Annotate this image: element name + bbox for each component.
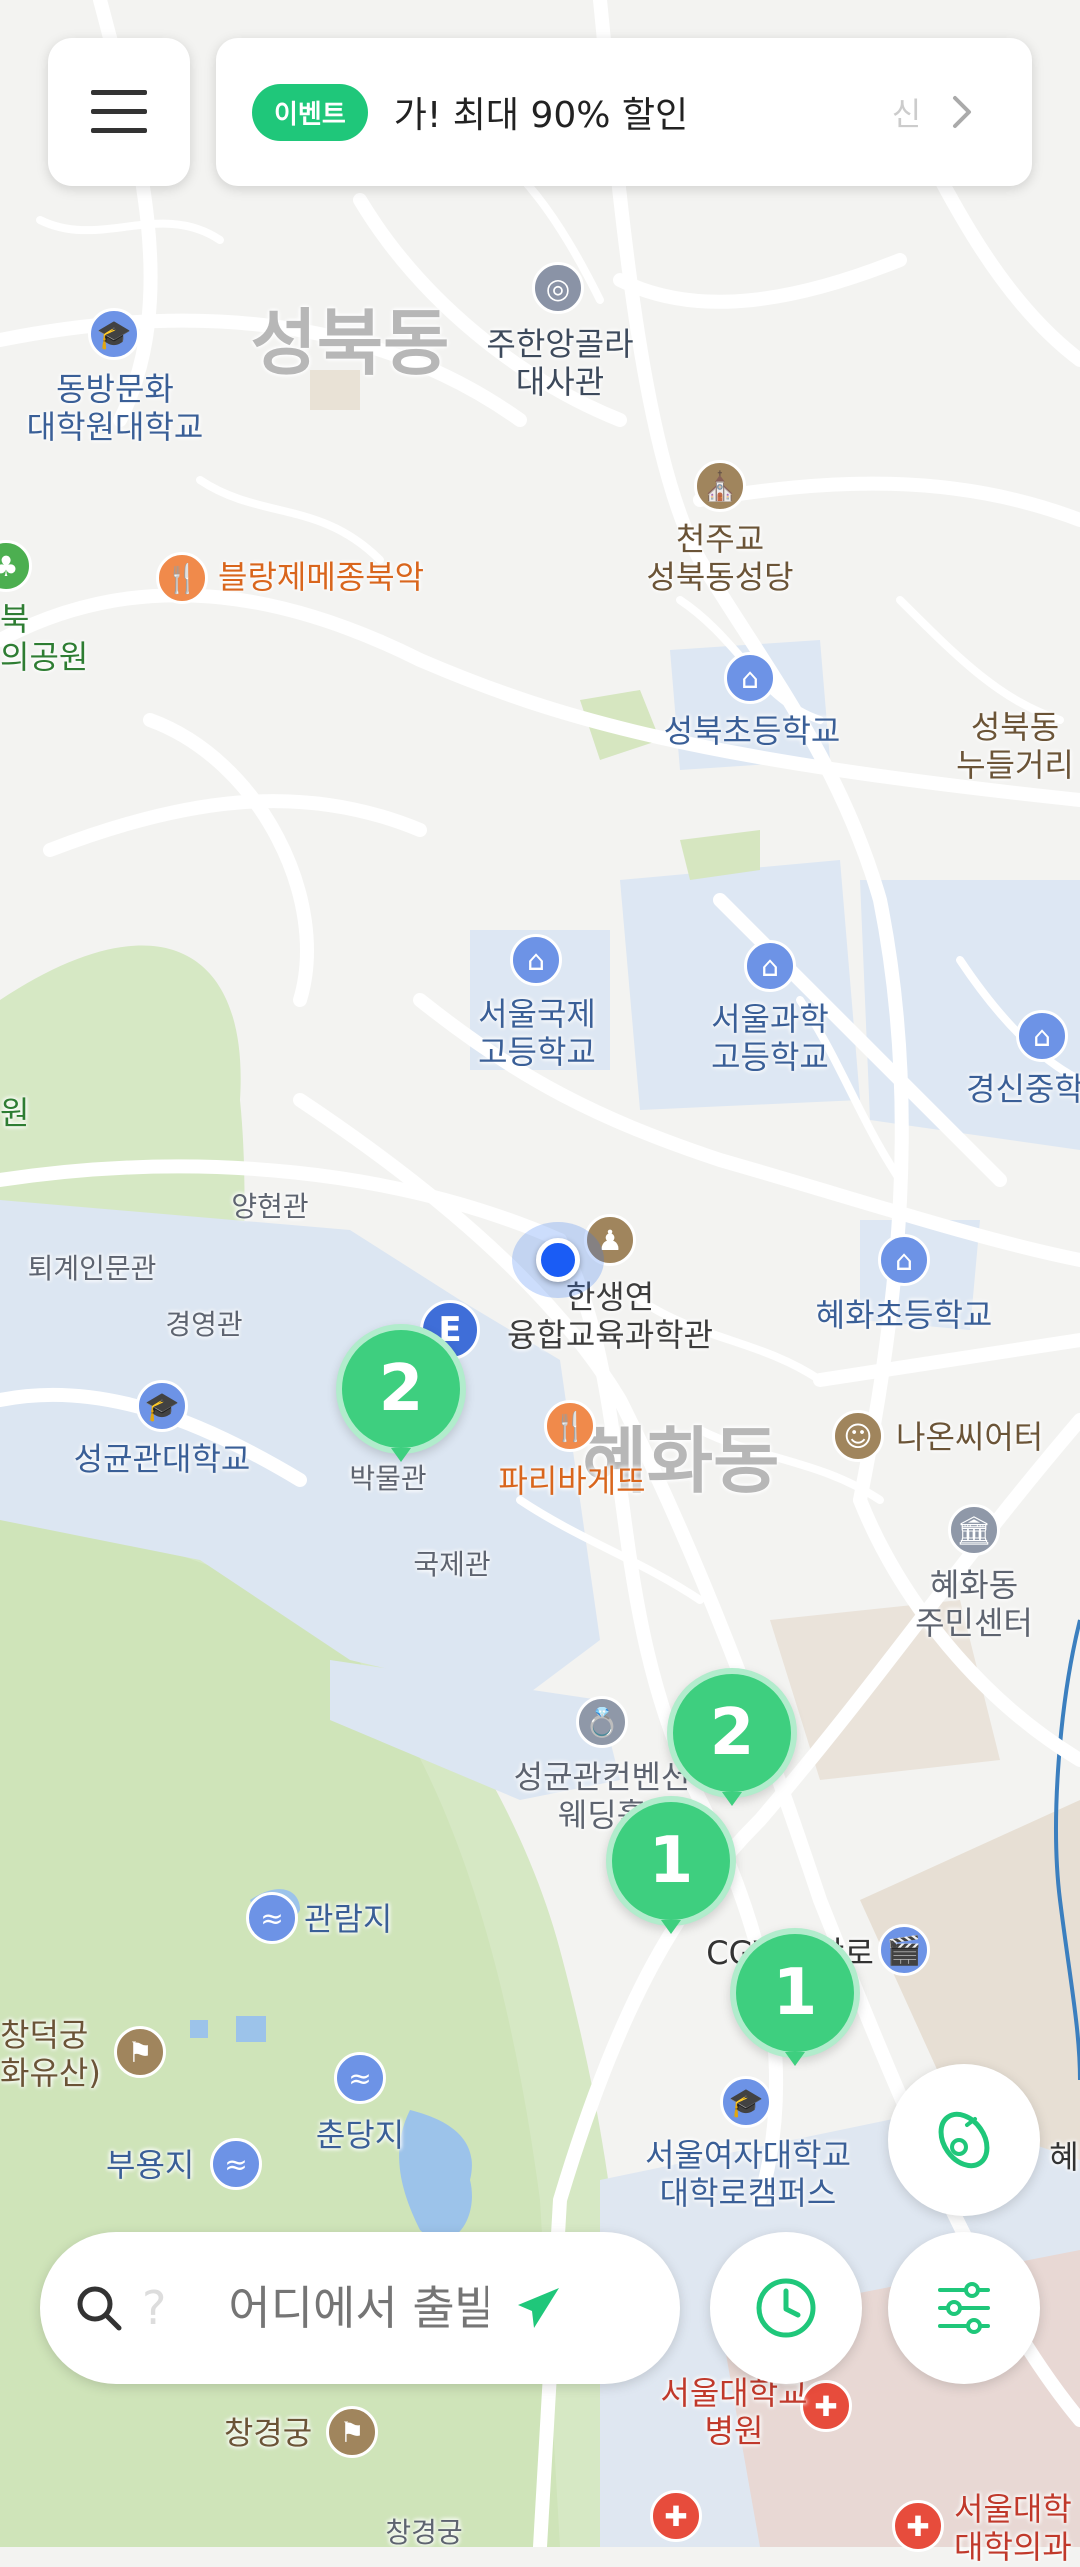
event-badge: 이벤트 (252, 83, 368, 141)
hospital-icon: ✚ (800, 2380, 852, 2432)
poi-embassy[interactable]: 주한앙골라 대사관 (486, 325, 633, 402)
poi-won: 원 (0, 1094, 30, 1132)
navigation-arrow-icon[interactable] (514, 2283, 564, 2333)
poi-changgyeonggung[interactable]: 창경궁 (224, 2414, 312, 2452)
poi-swu[interactable]: 서울여자대학교 대학로캠퍼스 (645, 2136, 851, 2213)
flag-icon: ⚑ (326, 2406, 378, 2458)
search-icon (77, 2286, 122, 2331)
scooter-cluster[interactable]: 1 (606, 1796, 736, 1934)
school-icon: ⌂ (510, 934, 562, 986)
scooter-cluster[interactable]: 2 (336, 1324, 466, 1462)
event-trailing-text: 신 (891, 95, 922, 133)
poi-toegye[interactable]: 퇴계인문관 (28, 1252, 157, 1286)
poi-seongbuk-elementary[interactable]: 성북초등학교 (664, 712, 841, 750)
school-icon: 🎓 (720, 2076, 772, 2128)
school-icon: 🎓 (136, 1380, 188, 1432)
school-icon: 🎓 (88, 308, 140, 360)
restaurant-icon: 🍴 (156, 552, 208, 604)
history-button[interactable] (710, 2232, 862, 2384)
poi-blanger[interactable]: 블랑제메종북악 (218, 558, 424, 596)
church-icon: ⛪ (694, 460, 746, 512)
menu-button[interactable] (48, 38, 190, 186)
poi-paris-baguette[interactable]: 파리바게뜨 (498, 1462, 645, 1500)
school-icon: ⌂ (1016, 1010, 1068, 1062)
scooter-cluster[interactable]: 2 (667, 1668, 797, 1806)
poi-museum[interactable]: 박물관 (349, 1462, 426, 1496)
filter-button[interactable] (888, 2232, 1040, 2384)
poi-gyeongsin[interactable]: 경신중학 (966, 1070, 1080, 1108)
lake-icon: ≈ (334, 2052, 386, 2104)
poi-chundangji[interactable]: 춘당지 (316, 2116, 404, 2154)
search-bar[interactable]: ? (40, 2232, 680, 2384)
event-text: 가! 최대 90% 할인 (393, 95, 689, 136)
scooter-cluster[interactable]: 1 (730, 1928, 860, 2066)
hamburger-menu-icon (91, 90, 147, 133)
poi-seoul-science-high[interactable]: 서울과학 고등학교 (711, 1000, 829, 1077)
government-icon: 🏛 (948, 1504, 1000, 1556)
hospital-icon: ✚ (650, 2490, 702, 2542)
poi-hye-partial: 혜 (1049, 2138, 1079, 2176)
scooter-icon (938, 2111, 990, 2169)
poi-gukje[interactable]: 국제관 (413, 1548, 490, 1582)
flag-icon: ⚑ (114, 2026, 166, 2078)
cinema-icon: 🎬 (878, 1924, 930, 1976)
school-icon: ⌂ (744, 940, 796, 992)
hospital-icon: ✚ (892, 2500, 944, 2552)
lake-icon: ≈ (210, 2138, 262, 2190)
sliders-icon (938, 2282, 990, 2334)
wedding-ring-icon: 💍 (576, 1696, 628, 1748)
lake-icon: ≈ (246, 1892, 298, 1944)
clock-icon (756, 2278, 816, 2338)
poi-naon-theater[interactable]: 나온씨어터 (896, 1418, 1043, 1456)
poi-gyeongyeong[interactable]: 경영관 (165, 1308, 242, 1342)
school-icon: ⌂ (878, 1234, 930, 1286)
school-icon: ⌂ (724, 652, 776, 704)
poi-catholic-church[interactable]: 천주교 성북동성당 (646, 520, 793, 597)
poi-changgyeonggung-bottom: 창경궁 (385, 2516, 463, 2549)
theater-icon: ☺ (832, 1410, 884, 1462)
restaurant-icon: 🍴 (544, 1400, 596, 1452)
poi-park[interactable]: 북 의공원 (0, 600, 88, 677)
poi-hyehwa-elementary[interactable]: 혜화초등학교 (816, 1296, 993, 1334)
poi-gwanramji[interactable]: 관람지 (304, 1900, 392, 1938)
poi-snu-medical[interactable]: 서울대학 대학의과 (954, 2490, 1072, 2567)
poi-changdeokgung[interactable]: 창덕궁 화유산) (0, 2016, 101, 2093)
poi-noodle-street[interactable]: 성북동 누들거리 (956, 708, 1074, 785)
poi-buyongji[interactable]: 부용지 (106, 2146, 194, 2184)
search-prefix: ? (142, 2281, 167, 2335)
search-input[interactable] (226, 2280, 491, 2336)
embassy-icon[interactable]: ◎ (532, 262, 584, 314)
poi-skku[interactable]: 성균관대학교 (74, 1440, 251, 1478)
poi-yanghyeon[interactable]: 양현관 (231, 1190, 308, 1224)
event-banner[interactable]: 이벤트 가! 최대 90% 할인 신 (216, 38, 1032, 186)
scooter-button[interactable] (888, 2064, 1040, 2216)
chevron-right-icon (953, 96, 972, 128)
current-location-dot[interactable] (536, 1238, 580, 1282)
area-label-seongbuk: 성북동 (250, 301, 450, 385)
poi-seoul-intl-high[interactable]: 서울국제 고등학교 (478, 995, 596, 1072)
poi-dongbang[interactable]: 동방문화 대학원대학교 (27, 370, 204, 447)
poi-snu-hospital[interactable]: 서울대학교 병원 (660, 2374, 807, 2451)
poi-community-center[interactable]: 혜화동 주민센터 (915, 1566, 1033, 1643)
